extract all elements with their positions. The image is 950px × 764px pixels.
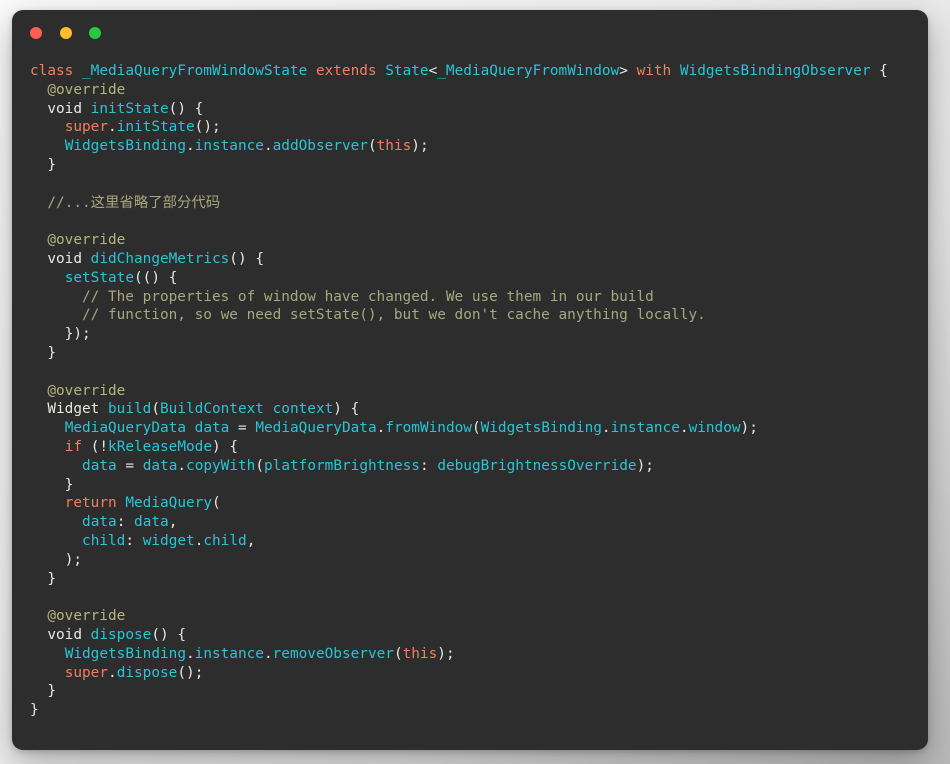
code-line: WidgetsBinding.instance.addObserver(this…	[64, 138, 429, 155]
code-line: super.dispose();	[64, 664, 204, 681]
code-window: class _MediaQueryFromWindowState extends…	[12, 10, 928, 750]
maximize-window-button[interactable]	[89, 26, 102, 39]
code-line: WidgetsBinding.instance.removeObserver(t…	[64, 645, 455, 662]
code-line: child: widget.child,	[82, 532, 256, 549]
code-line: void dispose() {	[47, 626, 187, 643]
code-line: }	[64, 476, 74, 493]
code-line: // function, so we need setState(), but …	[81, 307, 706, 324]
code-line: // The properties of window have changed…	[81, 288, 654, 305]
code-line: );	[64, 551, 83, 568]
code-line: }	[47, 570, 57, 587]
code-line: @override	[47, 232, 126, 249]
code-line: }	[30, 702, 39, 719]
code-line: void didChangeMetrics() {	[47, 250, 264, 267]
code-line: }	[47, 344, 57, 361]
code-line: //...这里省略了部分代码	[47, 194, 221, 211]
window-title-bar	[12, 10, 928, 46]
code-line: @override	[47, 608, 126, 625]
code-line: return MediaQuery(	[64, 495, 221, 512]
code-block[interactable]: class _MediaQueryFromWindowState extends…	[12, 46, 928, 720]
code-line: @override	[47, 382, 126, 399]
code-line: void initState() {	[47, 100, 204, 117]
minimize-window-button[interactable]	[59, 26, 72, 39]
code-line: }	[47, 683, 57, 700]
code-line: setState(() {	[64, 269, 178, 286]
code-line: data: data,	[82, 514, 178, 531]
code-line: data = data.copyWith(platformBrightness:…	[82, 457, 654, 474]
code-line: }	[47, 156, 57, 173]
code-line: class _MediaQueryFromWindowState extends…	[30, 63, 888, 79]
code-line: Widget build(BuildContext context) {	[47, 401, 360, 418]
code-line: super.initState();	[64, 119, 221, 136]
code-line: MediaQueryData data = MediaQueryData.fro…	[64, 420, 758, 437]
code-line: if (!kReleaseMode) {	[64, 438, 239, 455]
code-line: @override	[47, 81, 126, 98]
code-line: });	[64, 326, 91, 343]
close-window-button[interactable]	[30, 26, 42, 39]
